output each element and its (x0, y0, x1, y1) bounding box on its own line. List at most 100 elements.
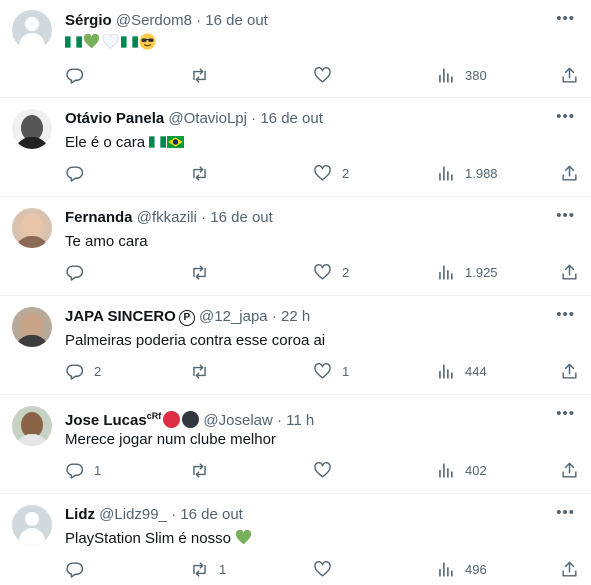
display-name[interactable]: Jose Lucas (65, 412, 147, 429)
reply-button[interactable] (65, 260, 94, 284)
reply-button[interactable] (65, 63, 94, 87)
share-icon (562, 462, 577, 478)
display-name[interactable]: Sérgio (65, 12, 112, 29)
more-icon[interactable]: ••• (556, 405, 575, 423)
views-button[interactable]: 402 (436, 458, 487, 482)
retweet-icon (193, 462, 206, 478)
tweet[interactable]: Otávio Panela @OtavioLpj · 16 de out •••… (0, 98, 591, 197)
share-icon (562, 561, 577, 577)
nigeria-flag-emoji (121, 35, 138, 49)
retweet-button[interactable] (190, 260, 219, 284)
tweet-actions: 2 1 444 (0, 359, 591, 383)
user-handle[interactable]: @Serdom8 (116, 12, 192, 29)
share-button[interactable] (560, 260, 579, 284)
views-button[interactable]: 380 (436, 63, 487, 87)
share-button[interactable] (560, 557, 579, 581)
reply-button[interactable] (65, 557, 94, 581)
retweet-button[interactable] (190, 161, 219, 185)
views-button[interactable]: 1.988 (436, 161, 498, 185)
user-handle[interactable]: @Joselaw (203, 412, 272, 429)
avatar[interactable] (12, 109, 52, 149)
tweet-actions: 2 1.988 (0, 161, 591, 185)
user-handle[interactable]: @12_japa (199, 308, 268, 325)
tweet-text-content: Palmeiras poderia contra esse coroa ai (65, 332, 326, 349)
more-icon[interactable]: ••• (556, 207, 575, 225)
tweet-actions: 1 496 (0, 557, 591, 581)
tweet-actions: 1 402 (0, 458, 591, 482)
views-icon (439, 264, 453, 280)
display-name[interactable]: Lidz (65, 506, 95, 523)
share-button[interactable] (560, 63, 579, 87)
display-name[interactable]: Fernanda (65, 209, 133, 226)
avatar[interactable] (12, 505, 52, 545)
tweet[interactable]: Jose LucascRf @Joselaw · 11 h ••• Merece… (0, 395, 591, 494)
avatar[interactable] (12, 307, 52, 347)
tweet[interactable]: Sérgio @Serdom8 · 16 de out ••• 380 (0, 0, 591, 98)
tweet[interactable]: Fernanda @fkkazili · 16 de out ••• Te am… (0, 197, 591, 296)
display-name[interactable]: Otávio Panela (65, 110, 164, 127)
more-icon[interactable]: ••• (556, 504, 575, 522)
brazil-flag-emoji (167, 135, 185, 149)
user-handle[interactable]: @OtavioLpj (168, 110, 247, 127)
like-button[interactable]: 2 (313, 260, 349, 284)
avatar[interactable] (12, 406, 52, 446)
timestamp[interactable]: 16 de out (260, 110, 323, 127)
tweet-header: JAPA SINCERO P @12_japa · 22 h (65, 308, 310, 326)
name-suffix: cRf (146, 411, 162, 421)
views-icon (439, 462, 453, 478)
retweet-button[interactable] (190, 458, 219, 482)
reply-button[interactable]: 2 (65, 359, 101, 383)
timestamp[interactable]: 16 de out (205, 12, 268, 29)
like-button[interactable]: 2 (313, 161, 349, 185)
reply-button[interactable]: 1 (65, 458, 101, 482)
more-icon[interactable]: ••• (556, 108, 575, 126)
more-icon[interactable]: ••• (556, 10, 575, 28)
tweet-header: Fernanda @fkkazili · 16 de out (65, 209, 273, 227)
tweet-text-content: PlayStation Slim é nosso (65, 530, 231, 547)
share-icon (562, 67, 577, 83)
tweet[interactable]: JAPA SINCERO P @12_japa · 22 h ••• Palmei… (0, 296, 591, 395)
share-icon (562, 165, 577, 181)
tweet-text: Merece jogar num clube melhor (65, 430, 276, 450)
timestamp[interactable]: 16 de out (180, 506, 243, 523)
more-icon[interactable]: ••• (556, 306, 575, 324)
share-icon (562, 363, 577, 379)
reply-icon (66, 165, 84, 182)
like-button[interactable] (313, 458, 342, 482)
black-circle-emoji (182, 411, 200, 428)
timestamp[interactable]: 11 h (286, 412, 314, 429)
like-button[interactable] (313, 557, 342, 581)
display-name[interactable]: JAPA SINCERO (65, 308, 176, 325)
retweet-icon (193, 363, 206, 379)
timestamp[interactable]: 22 h (281, 308, 310, 325)
tweet-text-content: Merece jogar num clube melhor (65, 431, 276, 448)
tweet-header: Otávio Panela @OtavioLpj · 16 de out (65, 110, 323, 128)
tweet-text: Palmeiras poderia contra esse coroa ai (65, 331, 325, 351)
share-button[interactable] (560, 458, 579, 482)
retweet-button[interactable]: 1 (190, 557, 226, 581)
like-button[interactable] (313, 63, 342, 87)
share-button[interactable] (560, 359, 579, 383)
avatar[interactable] (12, 208, 52, 248)
retweet-count: 1 (219, 561, 227, 577)
tweet-header: Jose LucascRf @Joselaw · 11 h (65, 407, 314, 430)
like-button[interactable]: 1 (313, 359, 349, 383)
avatar[interactable] (12, 10, 52, 50)
user-handle[interactable]: @Lidz99_ (99, 506, 167, 523)
reply-button[interactable] (65, 161, 94, 185)
separator-dot: · (251, 110, 257, 127)
tweet[interactable]: Lidz @Lidz99_ · 16 de out ••• PlayStatio… (0, 494, 591, 585)
user-handle[interactable]: @fkkazili (137, 209, 197, 226)
views-button[interactable]: 1.925 (436, 260, 498, 284)
views-icon (439, 165, 453, 181)
retweet-button[interactable] (190, 63, 219, 87)
green-heart-emoji (83, 33, 100, 49)
view-count: 402 (465, 462, 487, 478)
views-button[interactable]: 444 (436, 359, 487, 383)
views-button[interactable]: 496 (436, 557, 487, 581)
retweet-button[interactable] (190, 359, 219, 383)
tweet-actions: 2 1.925 (0, 260, 591, 284)
view-count: 380 (465, 67, 487, 83)
timestamp[interactable]: 16 de out (210, 209, 273, 226)
share-button[interactable] (560, 161, 579, 185)
